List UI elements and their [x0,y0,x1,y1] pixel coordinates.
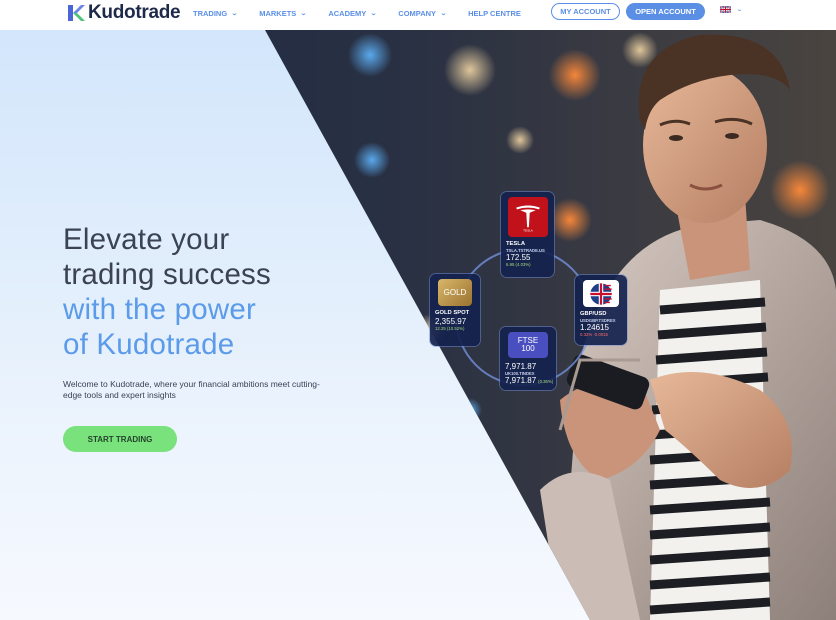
flags-icon [590,282,612,305]
ticker-price-top: 7,971.87 [505,362,537,371]
ticker-card-gbpusd[interactable]: GBP/USD USDGBP.TSDREX 1.24615 0.32% -0.0… [575,275,627,345]
tesla-logo-icon: TESLA [508,197,548,237]
kudotrade-logo-icon [68,5,85,21]
gbp-usd-flag-icon [583,280,619,307]
chevron-down-icon: ⌄ [440,10,448,17]
ticker-card-gold[interactable]: GOLD GOLD SPOT 2,355.97 12.25 (10.52%) [430,274,480,346]
language-selector[interactable]: ⌄ [720,6,744,13]
headline-line: trading success [63,258,271,291]
my-account-button[interactable]: MY ACCOUNT [551,3,620,20]
nav-item-trading[interactable]: TRADING ⌄ [193,7,239,19]
ticker-name: GOLD SPOT [435,310,470,316]
hero-headline: Elevate your trading success with the po… [63,222,271,362]
ftse-logo-text: FTSE 100 [517,336,539,353]
open-account-button[interactable]: OPEN ACCOUNT [626,3,705,20]
nav-item-label: MARKETS [259,8,297,18]
headline-line-accent: of Kudotrade [63,328,235,361]
chevron-down-icon: ⌄ [300,10,308,17]
headline-line: Elevate your [63,223,230,256]
ticker-price: 1.24615 [580,323,609,332]
brand-name: Kudotrade [88,2,181,23]
start-trading-button[interactable]: START TRADING [63,426,177,452]
ticker-card-tesla[interactable]: TESLA TESLA TSLA.TSTRADE.US 172.55 6.95 … [501,192,554,277]
ticker-change: (0.35%) [538,379,554,384]
ticker-name: GBP/USD [580,311,607,317]
ticker-price: 7,971.87 [505,376,537,385]
ticker-change: 0.32% -0.0015 [580,332,608,337]
hero-subtext: Welcome to Kudotrade, where your financi… [63,379,320,400]
chevron-down-icon: ⌄ [735,7,744,13]
nav-item-label: ACADEMY [328,8,367,18]
nav-item-markets[interactable]: MARKETS ⌄ [259,7,308,19]
ftse-logo-icon: FTSE 100 [508,332,548,358]
logo[interactable]: Kudotrade [66,2,181,24]
tesla-t-icon: TESLA [516,205,540,232]
gold-logo-text: GOLD [443,288,467,297]
gold-logo-icon: GOLD [438,279,472,306]
nav-item-label: HELP CENTRE [468,8,521,18]
nav-item-academy[interactable]: ACADEMY ⌄ [328,7,378,19]
ticker-price: 2,355.97 [435,317,467,326]
ticker-change: 12.25 (10.52%) [435,326,465,331]
svg-text:TESLA: TESLA [523,228,534,232]
ticker-price: 172.55 [506,253,531,262]
hero-section: TESLA TESLA TSLA.TSTRADE.US 172.55 6.95 … [0,30,836,620]
headline-line-accent: with the power [63,293,257,326]
nav-item-label: COMPANY [398,8,437,18]
chevron-down-icon: ⌄ [231,10,239,17]
nav-item-company[interactable]: COMPANY ⌄ [398,7,448,19]
site-header: Kudotrade TRADING ⌄ MARKETS ⌄ ACADEMY ⌄ … [0,0,836,30]
uk-flag-icon [720,6,731,13]
ticker-change: 6.95 (4.03%) [506,262,531,267]
chevron-down-icon: ⌄ [370,10,378,17]
nav-item-help-centre[interactable]: HELP CENTRE [468,7,521,19]
main-nav: TRADING ⌄ MARKETS ⌄ ACADEMY ⌄ COMPANY ⌄ … [193,7,543,19]
ticker-name: TESLA [506,241,526,247]
nav-item-label: TRADING [193,8,228,18]
ticker-card-ftse[interactable]: FTSE 100 7,971.87 UK100.TINDEX 7,971.87 … [500,327,556,390]
